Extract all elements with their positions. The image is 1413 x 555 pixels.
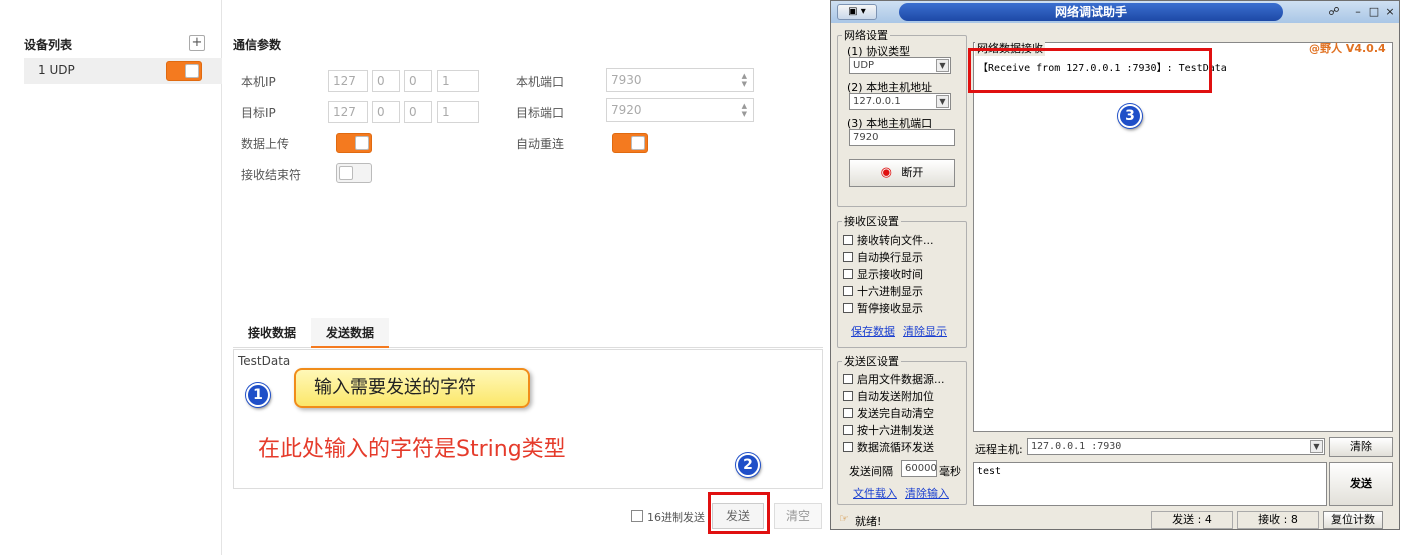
device-list-panel: 设备列表 + 1 UDP xyxy=(0,0,222,555)
recv-option-hex[interactable]: 十六进制显示 xyxy=(843,283,923,299)
target-port-value: 7920 xyxy=(611,103,642,117)
net-settings-legend: 网络设置 xyxy=(844,29,888,42)
tab-receive-data[interactable]: 接收数据 xyxy=(233,318,311,348)
add-device-icon[interactable]: + xyxy=(189,35,205,51)
save-data-link[interactable]: 保存数据 xyxy=(851,323,895,339)
target-port-input[interactable]: 7920 ▲ ▼ xyxy=(606,98,754,122)
host-addr-select[interactable]: 127.0.0.1 ▼ xyxy=(849,93,951,110)
target-port-label: 目标端口 xyxy=(516,106,565,120)
send-option-file-source[interactable]: 启用文件数据源... xyxy=(843,371,945,387)
recv-option-auto-wrap[interactable]: 自动换行显示 xyxy=(843,249,923,265)
host-port-input[interactable]: 7920 xyxy=(849,129,955,146)
local-port-spin-icon[interactable]: ▲ ▼ xyxy=(742,72,747,88)
target-ip-label: 目标IP xyxy=(241,106,276,120)
status-ready: 就绪! xyxy=(855,515,882,528)
version-label: @野人 V4.0.4 xyxy=(1309,42,1386,55)
target-ip-octet-1[interactable]: 127 xyxy=(328,101,368,123)
local-ip-octet-2[interactable]: 0 xyxy=(372,70,400,92)
clear-display-link[interactable]: 清除显示 xyxy=(903,323,947,339)
hex-send-label: 16进制发送 xyxy=(647,511,705,524)
send-interval-label: 发送间隔 xyxy=(849,465,893,478)
file-load-link[interactable]: 文件载入 xyxy=(853,485,897,501)
local-ip-label: 本机IP xyxy=(241,75,276,89)
device-list-item[interactable]: 1 UDP xyxy=(24,58,222,84)
send-input-value: test xyxy=(977,466,1002,477)
remote-host-dropdown-icon[interactable]: ▼ xyxy=(1310,440,1323,453)
local-ip-octet-1[interactable]: 127 xyxy=(328,70,368,92)
send-option-auto-clear[interactable]: 发送完自动清空 xyxy=(843,405,934,421)
recv-counter: 接收 : 8 xyxy=(1237,511,1319,529)
device-enable-toggle[interactable] xyxy=(166,61,202,81)
disconnect-button[interactable]: ◉ 断开 xyxy=(849,159,955,187)
target-port-spin-icon[interactable]: ▲ ▼ xyxy=(742,102,747,118)
remote-host-value: 127.0.0.1 :7930 xyxy=(1031,441,1122,452)
recv-terminator-label: 接收结束符 xyxy=(241,168,302,182)
protocol-select[interactable]: UDP ▼ xyxy=(849,57,951,74)
data-upload-toggle[interactable] xyxy=(336,133,372,153)
remote-host-label: 远程主机: xyxy=(975,443,1023,456)
step-3-badge: 3 xyxy=(1118,104,1142,128)
target-ip-octet-3[interactable]: 0 xyxy=(404,101,432,123)
target-ip-octet-4[interactable]: 1 xyxy=(437,101,479,123)
remote-host-select[interactable]: 127.0.0.1 :7930 ▼ xyxy=(1027,438,1325,455)
sent-counter: 发送 : 4 xyxy=(1151,511,1233,529)
app-menu-icon[interactable]: ▣ ▾ xyxy=(837,4,877,20)
device-list-title: 设备列表 xyxy=(24,38,73,52)
protocol-value: UDP xyxy=(853,60,875,71)
send-button-highlight xyxy=(708,492,770,534)
maximize-icon[interactable]: □ xyxy=(1367,4,1381,20)
pin-icon[interactable]: ☍ xyxy=(1323,4,1345,20)
target-ip-octet-2[interactable]: 0 xyxy=(372,101,400,123)
protocol-dropdown-icon[interactable]: ▼ xyxy=(936,59,949,72)
recv-terminator-toggle[interactable] xyxy=(336,163,372,183)
send-settings-legend: 发送区设置 xyxy=(844,355,899,368)
minimize-icon[interactable]: – xyxy=(1351,4,1365,20)
disconnect-label: 断开 xyxy=(901,166,924,179)
send-interval-unit: 毫秒 xyxy=(939,465,961,478)
auto-reconnect-label: 自动重连 xyxy=(516,137,565,151)
send-interval-input[interactable]: 60000 xyxy=(901,460,937,477)
tab-send-data[interactable]: 发送数据 xyxy=(311,318,389,348)
local-port-label: 本机端口 xyxy=(516,75,565,89)
received-message-highlight xyxy=(968,48,1212,93)
send-option-hex[interactable]: 按十六进制发送 xyxy=(843,422,934,438)
host-addr-dropdown-icon[interactable]: ▼ xyxy=(936,95,949,108)
string-type-note: 在此处输入的字符是String类型 xyxy=(258,437,566,462)
host-addr-value: 127.0.0.1 xyxy=(853,96,901,107)
window-titlebar: ▣ ▾ 网络调试助手 ☍ – □ × xyxy=(831,1,1399,23)
device-item-label: 1 UDP xyxy=(38,63,75,77)
data-tabs: 接收数据 发送数据 xyxy=(233,318,823,348)
ready-icon: ☞ xyxy=(839,512,849,525)
local-ip-octet-4[interactable]: 1 xyxy=(437,70,479,92)
send-net-button[interactable]: 发送 xyxy=(1329,462,1393,506)
comm-params-title: 通信参数 xyxy=(233,38,282,52)
send-option-loop[interactable]: 数据流循环发送 xyxy=(843,439,934,455)
recv-option-show-time[interactable]: 显示接收时间 xyxy=(843,266,923,282)
data-upload-label: 数据上传 xyxy=(241,137,290,151)
recv-display-area[interactable]: 【Receive from 127.0.0.1 :7930】: TestData xyxy=(973,42,1393,432)
send-text-value: TestData xyxy=(238,354,291,368)
send-option-append-bit[interactable]: 自动发送附加位 xyxy=(843,388,934,404)
reset-counter-button[interactable]: 复位计数 xyxy=(1323,511,1383,529)
connection-status-icon: ◉ xyxy=(880,165,892,180)
clear-button[interactable]: 清空 xyxy=(774,503,822,529)
recv-settings-legend: 接收区设置 xyxy=(844,215,899,228)
local-ip-octet-3[interactable]: 0 xyxy=(404,70,432,92)
clear-input-link[interactable]: 清除输入 xyxy=(905,485,949,501)
recv-option-to-file[interactable]: 接收转向文件... xyxy=(843,232,934,248)
local-port-input[interactable]: 7930 ▲ ▼ xyxy=(606,68,754,92)
recv-option-pause[interactable]: 暂停接收显示 xyxy=(843,300,923,316)
device-config-app: 设备列表 + 1 UDP 通信参数 本机IP 127 0 0 1 本机端口 79… xyxy=(0,0,826,555)
auto-reconnect-toggle[interactable] xyxy=(612,133,648,153)
instruction-bubble: 输入需要发送的字符 xyxy=(294,368,530,408)
clear-recv-button[interactable]: 清除 xyxy=(1329,437,1393,457)
send-input-area[interactable]: test xyxy=(973,462,1327,506)
window-title: 网络调试助手 xyxy=(899,3,1283,21)
close-icon[interactable]: × xyxy=(1383,4,1397,20)
hex-send-checkbox[interactable] xyxy=(631,510,643,522)
local-port-value: 7930 xyxy=(611,73,642,87)
step-2-badge: 2 xyxy=(736,453,760,477)
step-1-badge: 1 xyxy=(246,383,270,407)
